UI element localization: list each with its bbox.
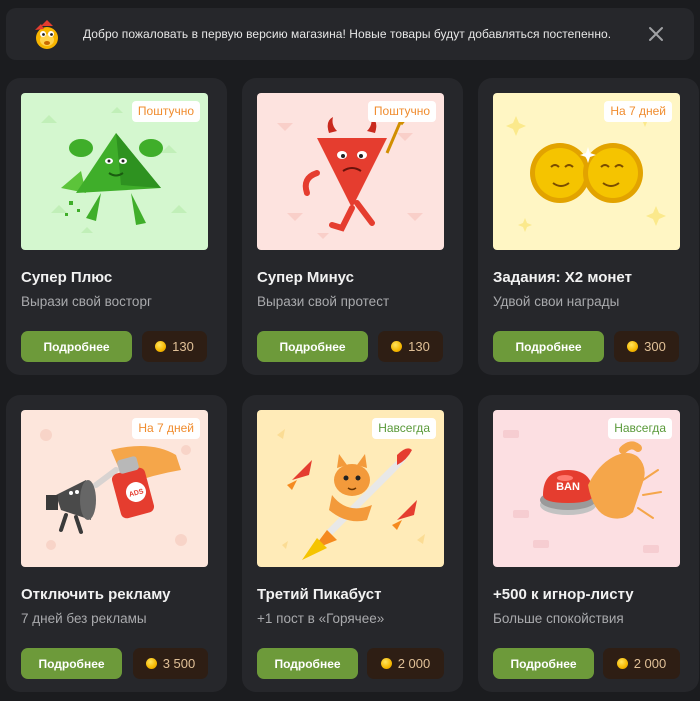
badge-per-piece: Поштучно <box>367 101 436 122</box>
card-subtitle: Вырази свой протест <box>257 294 390 309</box>
card-subtitle: +1 пост в «Горячее» <box>257 611 385 626</box>
price-button[interactable]: 3 500 <box>133 648 208 679</box>
x2-coins-illustration[interactable]: На 7 дней <box>493 93 680 250</box>
welcome-banner: Добро пожаловать в первую версию магазин… <box>6 8 694 60</box>
pikabu-mascot-icon <box>35 20 58 49</box>
coin-icon <box>616 658 628 669</box>
card-subtitle: Вырази свой восторг <box>21 294 152 309</box>
price-value: 3 500 <box>162 656 196 671</box>
card-title: Супер Минус <box>257 269 354 286</box>
card-title: Задания: X2 монет <box>493 269 632 286</box>
product-card-disable-ads: ADS На 7 дней Отключить рекламу 7 дней б… <box>6 395 227 692</box>
coin-icon <box>391 341 403 352</box>
details-button[interactable]: Подробнее <box>21 648 122 679</box>
card-title: Отключить рекламу <box>21 586 171 603</box>
super-minus-illustration[interactable]: Поштучно <box>257 93 444 250</box>
card-title: +500 к игнор-листу <box>493 586 634 603</box>
product-card-third-pikaboost: Навсегда Третий Пикабуст +1 пост в «Горя… <box>242 395 463 692</box>
product-card-ignore-list: BAN Навсегда +500 к игнор-листу Больше с… <box>478 395 699 692</box>
price-button[interactable]: 300 <box>614 331 679 362</box>
details-button[interactable]: Подробнее <box>493 648 594 679</box>
pikaboost-illustration[interactable]: Навсегда <box>257 410 444 567</box>
ban-label: BAN <box>556 481 580 493</box>
price-value: 130 <box>172 339 194 354</box>
price-button[interactable]: 130 <box>378 331 443 362</box>
card-subtitle: Удвой свои награды <box>493 294 620 309</box>
badge-forever: Навсегда <box>372 418 436 439</box>
ignore-list-illustration[interactable]: BAN Навсегда <box>493 410 680 567</box>
details-button[interactable]: Подробнее <box>21 331 132 362</box>
product-card-super-plus: Поштучно Супер Плюс Вырази свой восторг … <box>6 78 227 375</box>
details-button[interactable]: Подробнее <box>493 331 604 362</box>
super-plus-illustration[interactable]: Поштучно <box>21 93 208 250</box>
card-title: Супер Плюс <box>21 269 113 286</box>
badge-7-days: На 7 дней <box>132 418 200 439</box>
coin-icon <box>627 341 639 352</box>
badge-per-piece: Поштучно <box>131 101 200 122</box>
card-subtitle: Больше спокойствия <box>493 611 624 626</box>
disable-ads-illustration[interactable]: ADS На 7 дней <box>21 410 208 567</box>
details-button[interactable]: Подробнее <box>257 331 368 362</box>
card-subtitle: 7 дней без рекламы <box>21 611 147 626</box>
card-title: Третий Пикабуст <box>257 586 382 603</box>
price-button[interactable]: 130 <box>142 331 207 362</box>
product-card-super-minus: Поштучно Супер Минус Вырази свой протест… <box>242 78 463 375</box>
price-button[interactable]: 2 000 <box>367 648 444 679</box>
product-card-x2-coins: На 7 дней Задания: X2 монет Удвой свои н… <box>478 78 699 375</box>
badge-7-days: На 7 дней <box>604 101 672 122</box>
price-value: 2 000 <box>397 656 431 671</box>
close-icon[interactable] <box>646 24 666 44</box>
price-button[interactable]: 2 000 <box>603 648 680 679</box>
details-button[interactable]: Подробнее <box>257 648 358 679</box>
price-value: 130 <box>408 339 430 354</box>
coin-icon <box>145 658 157 669</box>
coin-icon <box>155 341 167 352</box>
badge-forever: Навсегда <box>608 418 672 439</box>
price-value: 2 000 <box>633 656 667 671</box>
price-value: 300 <box>644 339 666 354</box>
banner-text: Добро пожаловать в первую версию магазин… <box>83 27 612 41</box>
coin-icon <box>380 658 392 669</box>
